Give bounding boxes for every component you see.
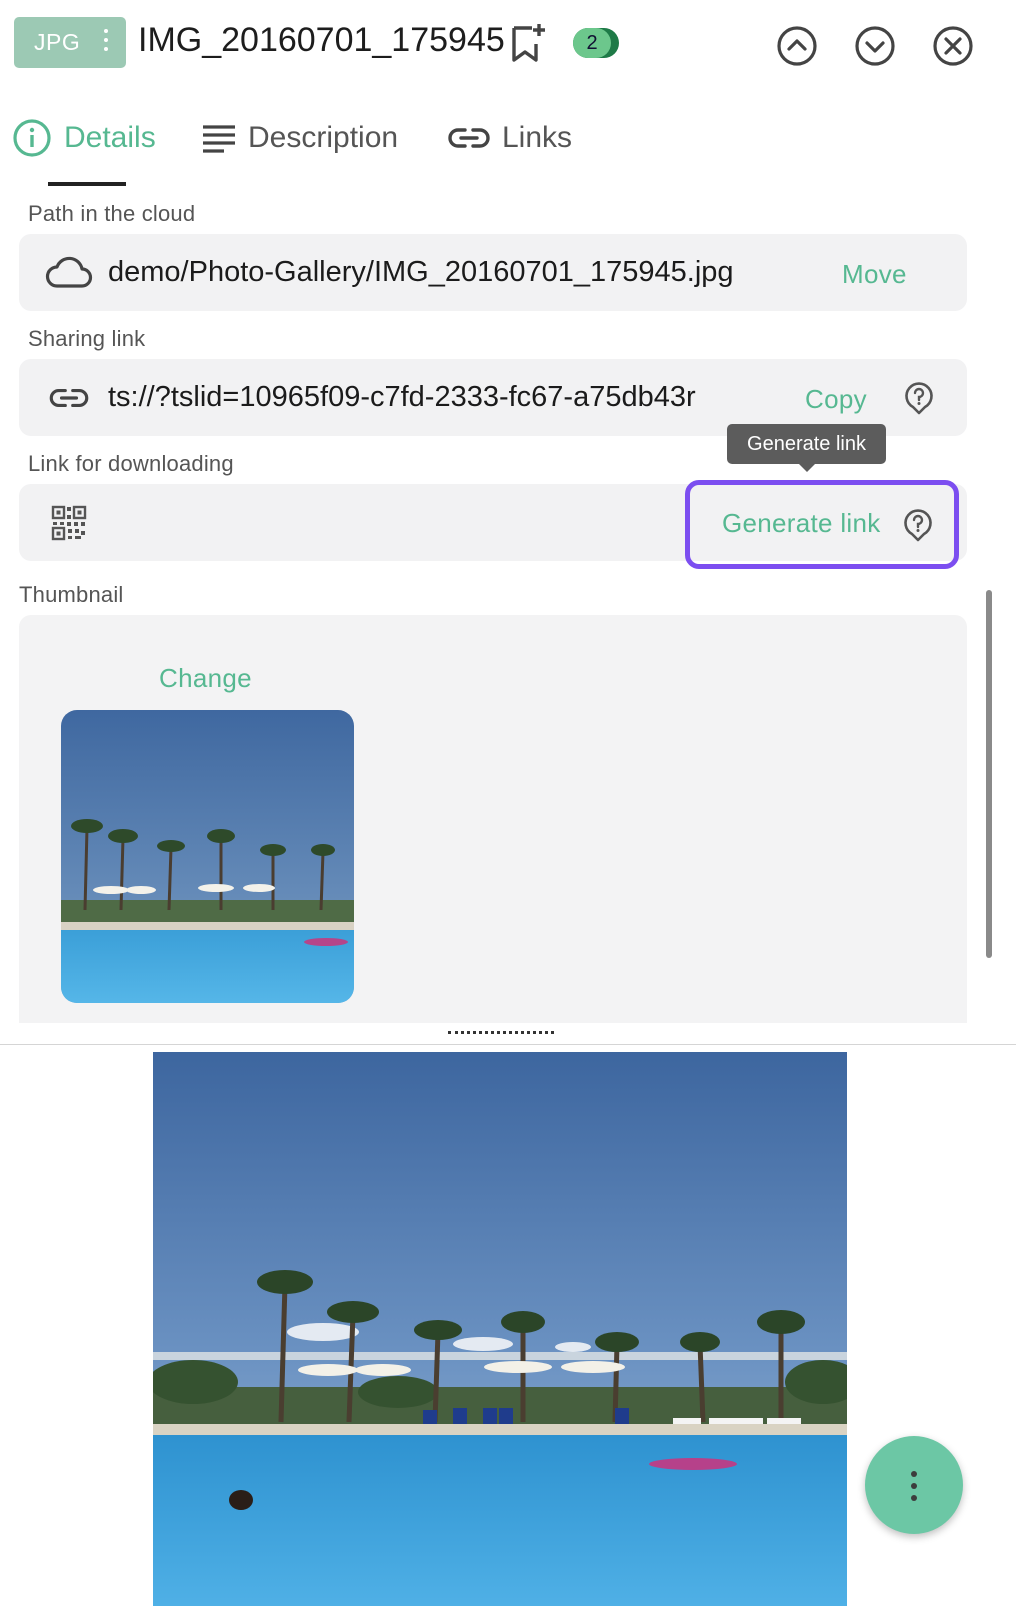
active-tab-indicator (48, 182, 126, 186)
thumbnail-panel: Change (19, 615, 967, 1023)
more-vert-icon[interactable] (104, 29, 108, 51)
photo-preview[interactable] (153, 1052, 847, 1606)
sharing-section-label: Sharing link (28, 326, 146, 351)
tab-description[interactable]: Description (202, 108, 398, 168)
generate-link-tooltip: Generate link (727, 424, 886, 472)
tab-details-label: Details (64, 121, 156, 154)
sharing-link-value[interactable]: ts://?tslid=10965f09-c7fd-2333-fc67-a75d… (108, 381, 760, 414)
chevron-down-icon[interactable] (854, 25, 896, 67)
resize-handle[interactable] (448, 1031, 554, 1035)
generate-link-focus-ring: Generate link (685, 480, 959, 569)
move-button[interactable]: Move (842, 259, 907, 290)
tab-description-label: Description (248, 121, 399, 154)
thumbnail-image[interactable] (61, 710, 354, 1003)
help-icon[interactable] (903, 508, 933, 542)
file-name-title: IMG_20160701_175945 (138, 21, 505, 59)
file-header: JPG IMG_20160701_175945 2 (0, 0, 1016, 90)
copy-button[interactable]: Copy (805, 384, 867, 415)
file-extension-badge[interactable]: JPG (14, 17, 126, 68)
tag-count-badge: 2 (573, 28, 619, 58)
panel-divider (0, 1044, 1016, 1045)
cloud-icon (45, 256, 93, 288)
more-actions-fab[interactable] (865, 1436, 963, 1534)
thumbnail-section-label: Thumbnail (19, 582, 124, 607)
panel-scrollbar[interactable] (986, 590, 992, 958)
link-icon (49, 388, 89, 408)
close-icon[interactable] (932, 25, 974, 67)
more-vert-icon (911, 1471, 917, 1501)
generate-link-button[interactable]: Generate link (722, 508, 881, 539)
text-lines-icon (203, 125, 235, 153)
info-icon (13, 119, 51, 157)
link-icon (448, 128, 490, 148)
cloud-path-value: demo/Photo-Gallery/IMG_20160701_175945.j… (108, 256, 734, 288)
chevron-up-icon[interactable] (776, 25, 818, 67)
tag-count: 2 (573, 28, 611, 58)
tab-links-label: Links (502, 121, 573, 154)
path-field: demo/Photo-Gallery/IMG_20160701_175945.j… (19, 234, 967, 311)
help-icon[interactable] (904, 381, 934, 415)
file-extension-label: JPG (34, 29, 81, 55)
bookmark-add-icon[interactable] (508, 22, 548, 66)
tab-links[interactable]: Links (448, 108, 572, 168)
download-section-label: Link for downloading (28, 451, 234, 476)
details-tabs: Details Description Links (0, 108, 1016, 188)
tab-details[interactable]: Details (12, 108, 156, 168)
qr-code-icon (51, 505, 87, 541)
generate-link-container: Generate link (698, 493, 945, 558)
path-section-label: Path in the cloud (28, 201, 196, 226)
change-thumbnail-button[interactable]: Change (159, 663, 252, 694)
